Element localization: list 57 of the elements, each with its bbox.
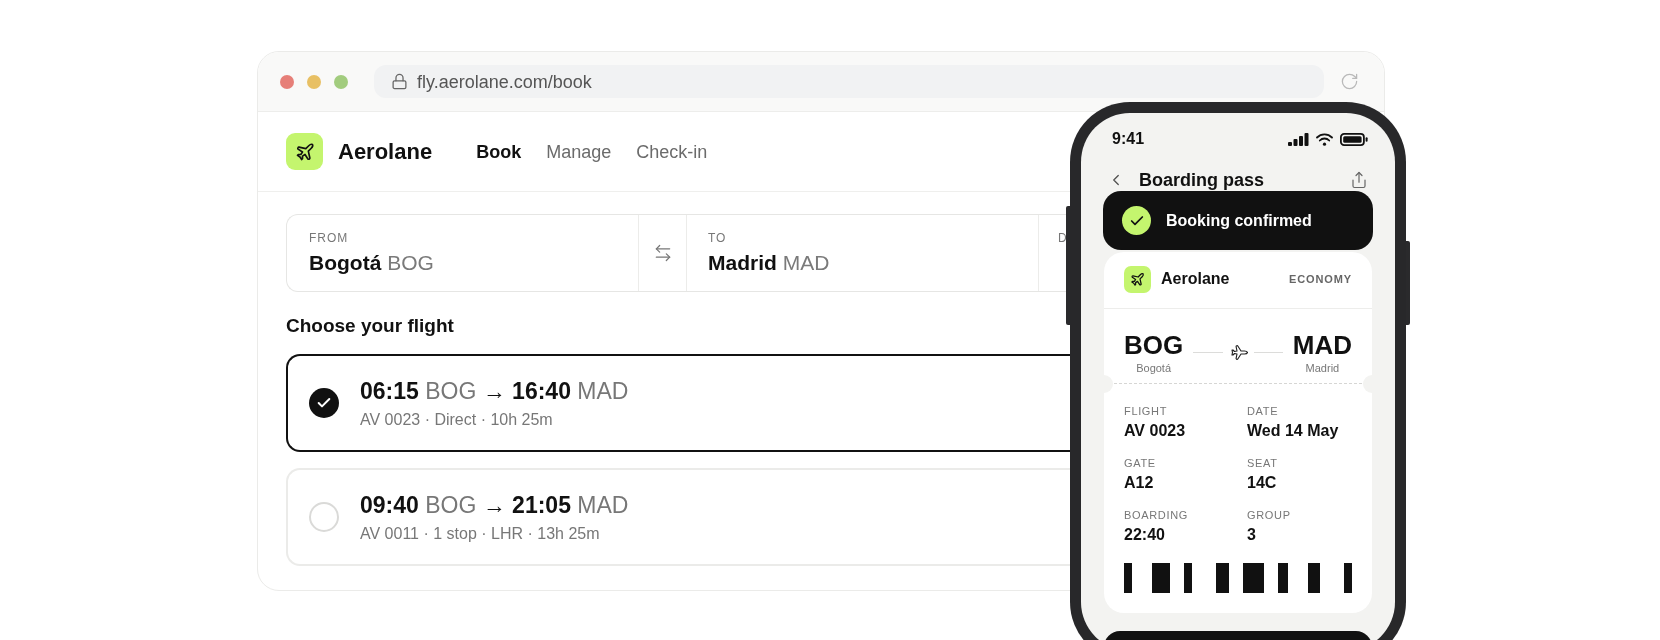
detail-label: DATE: [1247, 405, 1279, 418]
airport-code: BOG: [1124, 330, 1184, 360]
address-bar[interactable]: fly.aerolane.com/book: [374, 65, 1324, 98]
field-label: TO: [708, 231, 727, 245]
window-control-icon[interactable]: [334, 74, 348, 89]
ticket-notch-icon: [1363, 375, 1372, 393]
signal-icon: [1288, 132, 1309, 146]
status-time: 9:41: [1112, 129, 1145, 149]
detail-value: AV 0023: [1124, 421, 1186, 441]
plane-icon: [286, 133, 323, 170]
nav-tab[interactable]: Check-in: [636, 140, 708, 163]
from-field[interactable]: FROM Bogotá BOG: [287, 215, 638, 291]
radio-button[interactable]: [309, 502, 339, 532]
city-name: Madrid: [1305, 362, 1340, 375]
url-text: fly.aerolane.com/book: [417, 70, 592, 93]
field-value: Madrid MAD: [708, 251, 830, 275]
wifi-icon: [1316, 132, 1333, 146]
detail-label: FLIGHT: [1124, 405, 1168, 418]
toast-message: Booking confirmed: [1166, 210, 1312, 231]
flight-times: 09:40 BOG → 21:05 MAD: [360, 490, 629, 519]
radio-button[interactable]: [309, 388, 339, 418]
lock-icon: [391, 73, 408, 90]
nav-tab[interactable]: Book: [476, 140, 522, 163]
detail-label: SEAT: [1247, 457, 1278, 470]
cabin-class: ECONOMY: [1289, 272, 1352, 286]
detail-value: 22:40: [1124, 525, 1165, 545]
flight-details: AV 0011 · 1 stop · LHR · 13h 25m: [360, 523, 600, 544]
plane-icon: [1124, 265, 1151, 293]
field-label: FROM: [309, 231, 349, 245]
window-control-icon[interactable]: [307, 74, 321, 89]
field-value: Bogotá BOG: [309, 251, 434, 275]
reload-icon[interactable]: [1340, 72, 1359, 91]
flight-details: AV 0023 · Direct · 10h 25m: [360, 409, 553, 430]
screen-title: Boarding pass: [1139, 169, 1265, 191]
nav-tab[interactable]: Manage: [546, 140, 612, 163]
brand-name: Aerolane: [338, 138, 433, 165]
brand-name: Aerolane: [1161, 269, 1230, 289]
detail-label: GROUP: [1247, 509, 1291, 522]
section-title: Choose your flight: [286, 314, 454, 338]
detail-label: BOARDING: [1124, 509, 1188, 522]
detail-value: 3: [1247, 525, 1256, 545]
window-control-icon[interactable]: [280, 74, 294, 89]
detail-value: Wed 14 May: [1247, 421, 1339, 441]
flight-option[interactable]: 06:15 BOG → 16:40 MAD AV 0023 · Direct · 10h 25m: [286, 354, 1070, 452]
city-name: Bogotá: [1136, 362, 1172, 375]
to-field[interactable]: TO Madrid MAD: [687, 215, 1038, 291]
detail-value: 14C: [1247, 473, 1277, 493]
share-icon[interactable]: [1350, 171, 1368, 189]
flight-times: 06:15 BOG → 16:40 MAD: [360, 376, 629, 405]
check-icon: [1122, 206, 1151, 235]
detail-value: A12: [1124, 473, 1154, 493]
airport-code: MAD: [1292, 330, 1352, 360]
detail-label: GATE: [1124, 457, 1156, 470]
field-label: D: [1058, 231, 1067, 245]
flight-option[interactable]: 09:40 BOG → 21:05 MAD AV 0011 · 1 stop · LHR · 13h 25m: [286, 468, 1070, 566]
battery-icon: [1340, 132, 1368, 146]
ticket-notch-icon: [1104, 375, 1113, 393]
